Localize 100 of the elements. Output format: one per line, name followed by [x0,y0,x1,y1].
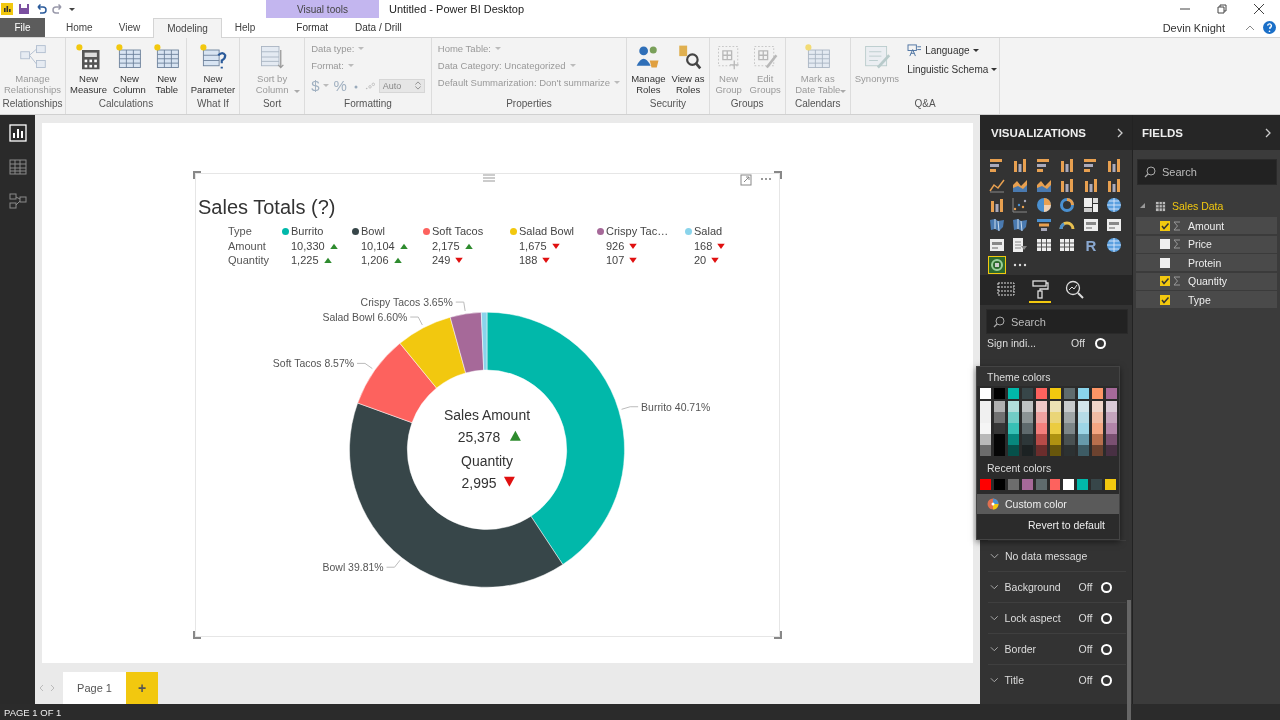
data-grid-icon[interactable] [8,158,27,176]
resize-handle[interactable] [193,631,201,639]
color-swatch[interactable] [994,388,1005,399]
card-icon[interactable] [987,236,1006,254]
format-section[interactable]: Lock aspect Off [988,602,1126,633]
resize-handle[interactable] [774,171,782,179]
field-item[interactable]: Price [1136,235,1277,253]
color-swatch[interactable] [1078,388,1089,399]
table-icon[interactable] [1034,236,1053,254]
resize-handle[interactable] [193,171,201,179]
color-swatch[interactable] [1049,479,1061,490]
donut-slice[interactable] [357,342,437,423]
map-icon[interactable] [1011,216,1030,234]
color-swatch[interactable] [980,388,991,399]
search-input[interactable]: Search [1011,315,1101,328]
color-shades[interactable] [994,401,1005,456]
card-icon[interactable] [1081,216,1100,234]
close-button[interactable] [1254,4,1264,14]
field-item[interactable]: Amount [1136,217,1277,234]
search-field[interactable]: Search [986,309,1128,334]
collapse-ribbon-icon[interactable] [1245,24,1255,31]
field-item[interactable]: Protein [1136,254,1277,271]
color-shades[interactable] [1050,401,1061,456]
r-visual-icon[interactable]: R [1081,236,1100,254]
map-icon[interactable] [987,216,1006,234]
ribbon-tab[interactable]: Home [53,18,106,37]
dropdown-menu[interactable]: Language [907,44,998,57]
more-options-icon[interactable] [760,177,772,181]
color-shades[interactable] [980,401,991,456]
color-swatch[interactable] [1064,388,1075,399]
scatter-chart-icon[interactable] [1011,196,1030,214]
page-tab[interactable]: Page 1 [63,672,126,704]
focus-mode-icon[interactable] [740,174,752,186]
color-swatch[interactable] [1035,479,1047,490]
color-swatch[interactable] [1036,388,1047,399]
search-input[interactable]: Search [1162,166,1252,178]
drag-handle-icon[interactable] [483,174,495,182]
checkbox[interactable] [1160,257,1170,268]
ribbon-tab[interactable]: Modeling [153,18,222,38]
resize-handle[interactable] [774,631,782,639]
treemap-icon[interactable] [1081,196,1100,214]
donut-slice[interactable] [449,311,484,373]
paint-roller-icon[interactable] [1029,277,1051,303]
table-icon[interactable] [1058,236,1077,254]
customize-caret-icon[interactable] [69,6,75,12]
ribbon-tab[interactable]: Format [286,18,343,37]
restore-button[interactable] [1217,4,1227,14]
save-icon[interactable] [18,3,30,15]
help-icon[interactable] [1263,21,1276,34]
color-swatch[interactable] [1007,479,1019,490]
donut-slice[interactable] [349,402,564,587]
color-swatch[interactable] [1106,388,1117,399]
color-swatch[interactable] [1050,388,1061,399]
model-icon[interactable] [8,192,27,210]
ribbon-button[interactable]: Manage Roles [629,42,668,96]
ribbon-tab[interactable]: View [105,18,154,37]
color-shades[interactable] [1022,401,1033,456]
add-page-button[interactable]: + [126,672,158,704]
color-shades[interactable] [1008,401,1019,456]
pie-chart-icon[interactable] [1034,196,1053,214]
color-shades[interactable] [1036,401,1047,456]
color-swatch[interactable] [1008,388,1019,399]
card-icon[interactable] [1105,216,1124,234]
color-shades[interactable] [1064,401,1075,456]
donut-chart-icon[interactable] [1058,196,1077,214]
globe-icon[interactable] [1105,196,1124,214]
custom-color-button[interactable]: Custom color [977,494,1119,514]
visual-frame[interactable] [195,173,780,637]
color-shades[interactable] [1078,401,1089,456]
format-section[interactable]: Background Off [988,571,1126,602]
color-swatch[interactable] [1091,479,1103,490]
color-swatch[interactable] [1105,479,1117,490]
table-node[interactable]: Sales Data [1133,185,1280,217]
checkbox[interactable] [1160,276,1170,286]
revert-to-default-button[interactable]: Revert to default [977,514,1119,531]
field-item[interactable]: Quantity [1136,272,1277,290]
color-swatch[interactable] [980,479,991,490]
color-swatch[interactable] [1077,479,1089,490]
ribbon-button[interactable]: New Column [111,42,148,96]
ribbon-button[interactable]: New Table [149,42,184,96]
redo-icon[interactable] [52,3,64,15]
color-swatch[interactable] [1063,479,1075,490]
globe-icon[interactable] [1105,236,1124,254]
chevron-right-icon[interactable] [1265,127,1271,138]
color-swatch[interactable] [1021,479,1033,490]
ribbon-button[interactable]: View as Roles [669,42,707,96]
color-swatch[interactable] [1092,388,1103,399]
chevron-right-icon[interactable] [1117,127,1123,138]
color-swatch[interactable] [993,479,1005,490]
format-section[interactable]: Border Off [988,633,1126,664]
search-field[interactable]: Search [1137,159,1277,185]
ribbon-tab[interactable]: File [0,18,45,37]
undo-icon[interactable] [35,3,47,15]
dropdown-menu[interactable]: Linguistic Schema [907,64,998,75]
expand-arrow-icon[interactable] [1140,203,1146,209]
format-section[interactable]: Title Off [988,664,1126,695]
color-shades[interactable] [1106,401,1117,456]
color-shades[interactable] [1092,401,1103,456]
ribbon-tab[interactable]: Data / Drill [342,18,415,37]
ribbon-button[interactable]: New Measure [68,42,109,96]
